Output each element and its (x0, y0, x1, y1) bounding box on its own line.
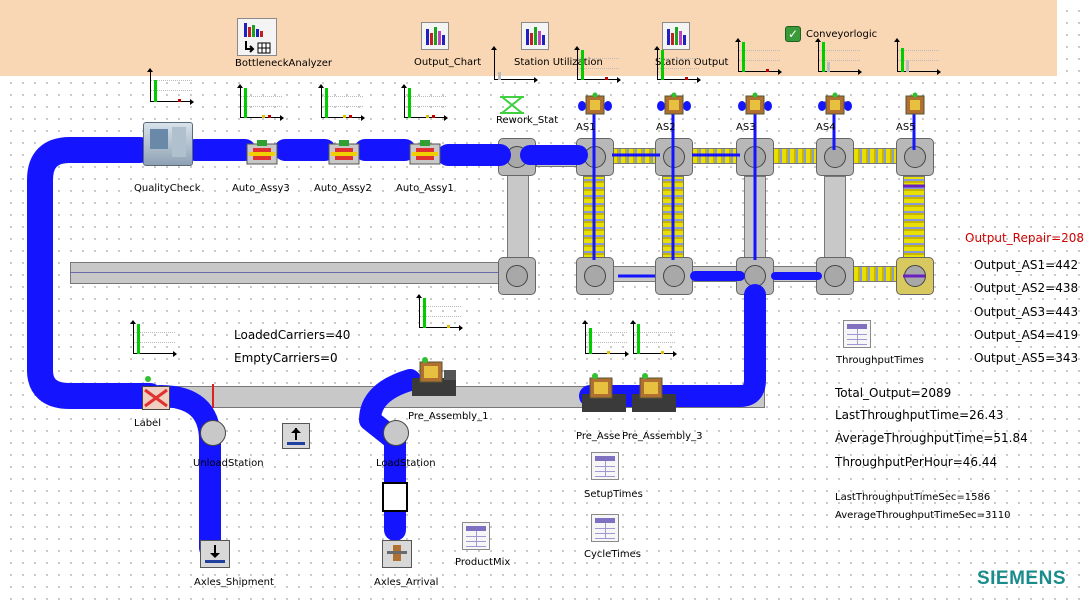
axles-shipment-label: Axles_Shipment (194, 577, 274, 588)
throughput-per-hour-value: ThroughputPerHour=46.44 (835, 455, 998, 469)
as5-label: AS5 (896, 122, 916, 133)
average-throughput-time-value: AverageThroughputTime=51.84 (835, 431, 1028, 445)
load-station-icon[interactable] (383, 420, 409, 446)
as2-station-icon[interactable] (657, 92, 691, 122)
axles-buffer[interactable] (382, 482, 408, 512)
setup-times-label: SetupTimes (584, 489, 643, 500)
label-station-icon[interactable] (142, 386, 170, 410)
axles-shipment-icon[interactable] (200, 540, 230, 568)
loaded-carriers-value: LoadedCarriers=40 (234, 328, 351, 342)
output-as4-value: Output_AS4=419 (974, 328, 1079, 342)
pre-assembly-2-machine[interactable] (580, 372, 630, 416)
product-mix-label: ProductMix (455, 557, 511, 568)
as2-label: AS2 (656, 122, 676, 133)
rework-station-icon[interactable] (500, 96, 524, 114)
as3-label: AS3 (736, 122, 756, 133)
as4-station-icon[interactable] (818, 92, 852, 122)
average-throughput-time-sec-value: AverageThroughputTimeSec=3110 (835, 510, 1011, 521)
label-status-icon (145, 376, 151, 382)
last-throughput-time-sec-value: LastThroughputTimeSec=1586 (835, 492, 991, 503)
pre-assembly-3-machine[interactable] (630, 372, 680, 416)
auto-assy3-station-icon[interactable] (245, 138, 279, 168)
pre-assembly-3-label: Pre_Assembly_3 (622, 431, 703, 442)
pre-assembly-1-label: Pre_Assembly_1 (408, 411, 489, 422)
output-as1-value: Output_AS1=442 (974, 258, 1079, 272)
as1-station-icon[interactable] (578, 92, 612, 122)
output-repair-value: Output_Repair=208 (965, 231, 1085, 245)
axles-arrival-icon[interactable] (382, 540, 412, 568)
unload-station-icon[interactable] (200, 420, 226, 446)
rework-station-label: Rework_Stat (496, 115, 559, 126)
auto-assy1-station-icon[interactable] (408, 138, 442, 168)
upload-button[interactable] (282, 423, 310, 449)
auto-assy1-label: Auto_Assy1 (396, 183, 454, 194)
quality-check-machine[interactable] (143, 122, 193, 166)
output-as2-value: Output_AS2=438 (974, 281, 1079, 295)
setup-times-table-icon[interactable] (591, 452, 619, 480)
siemens-logo: SIEMENS (976, 568, 1066, 589)
product-mix-table-icon[interactable] (462, 522, 490, 550)
label-station-label: Label (134, 418, 161, 429)
as3-station-icon[interactable] (738, 92, 772, 122)
axles-arrival-label: Axles_Arrival (374, 577, 439, 588)
as5-station-icon[interactable] (898, 92, 932, 122)
empty-carriers-value: EmptyCarriers=0 (234, 351, 338, 365)
auto-assy2-station-icon[interactable] (327, 138, 361, 168)
cycle-times-table-icon[interactable] (591, 514, 619, 542)
total-output-value: Total_Output=2089 (835, 386, 952, 400)
throughput-times-label: ThroughputTimes (836, 355, 924, 366)
as4-label: AS4 (816, 122, 836, 133)
load-station-label: LoadStation (376, 458, 436, 469)
output-as5-value: Output_AS5=343 (974, 351, 1079, 365)
auto-assy2-label: Auto_Assy2 (314, 183, 372, 194)
cycle-times-label: CycleTimes (584, 549, 642, 560)
as1-label: AS1 (576, 122, 596, 133)
throughput-times-table-icon[interactable] (843, 320, 871, 348)
pre-assembly-2-label: Pre_Asse (576, 431, 621, 442)
output-as3-value: Output_AS3=443 (974, 305, 1079, 319)
last-throughput-time-value: LastThroughputTime=26.43 (835, 408, 1004, 422)
pre-assembly-1-machine[interactable] (410, 356, 460, 400)
auto-assy3-label: Auto_Assy3 (232, 183, 290, 194)
quality-check-label: QualityCheck (134, 183, 201, 194)
unload-station-label: UnloadStation (193, 458, 264, 469)
